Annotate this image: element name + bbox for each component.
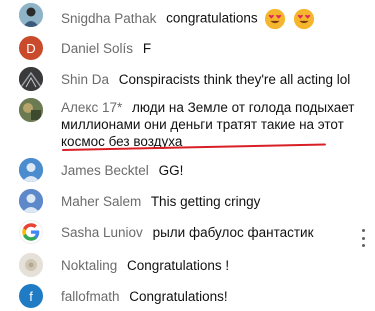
chat-message: Snigdha Pathak congratulations [19, 3, 349, 30]
avatar[interactable] [19, 3, 43, 27]
menu-dot [361, 236, 365, 240]
chat-message: Sasha Luniov рыли фабулос фантастик [19, 220, 349, 244]
avatar[interactable] [19, 158, 43, 182]
chat-message: James Becktel GG! [19, 158, 349, 182]
author-name[interactable]: Noktaling [61, 258, 117, 273]
default-avatar-icon [19, 189, 43, 213]
chat-message: Noktaling Congratulations ! [19, 253, 349, 277]
author-name[interactable]: Shin Da [61, 72, 109, 87]
heart-eyes-emoji-icon [265, 8, 286, 30]
photo-avatar-icon [19, 67, 43, 91]
heart-eyes-emoji-icon [294, 8, 315, 30]
author-name[interactable]: Алекс 17* [61, 100, 122, 115]
message-text: Congratulations ! [127, 258, 230, 273]
message-text: GG! [158, 163, 184, 178]
author-name[interactable]: Sasha Luniov [61, 225, 143, 240]
chat-message: Алекс 17* люди на Земле от голода подыха… [19, 98, 354, 150]
message-text: рыли фабулос фантастик [152, 225, 314, 240]
live-chat: Snigdha Pathak congratulations D Daniel … [0, 0, 375, 311]
message-text: F [142, 41, 152, 56]
avatar[interactable] [19, 253, 43, 277]
message-text: Congratulations! [129, 289, 228, 304]
avatar[interactable] [19, 98, 43, 122]
message-text: Conspiracists think they're all acting l… [118, 72, 351, 87]
author-name[interactable]: Daniel Solís [61, 41, 133, 56]
avatar-letter: f [29, 288, 33, 304]
more-vertical-icon[interactable] [359, 229, 367, 247]
author-name[interactable]: Snigdha Pathak [61, 11, 156, 26]
chat-message: f fallofmath Congratulations! [19, 284, 349, 308]
avatar[interactable]: f [19, 284, 43, 308]
avatar[interactable] [19, 220, 43, 244]
avatar[interactable] [19, 67, 43, 91]
chat-message: D Daniel Solís F [19, 36, 349, 60]
photo-avatar-icon [19, 98, 43, 122]
chat-message: Shin Da Conspiracists think they're all … [19, 67, 351, 91]
message-text: This getting cringy [150, 194, 261, 209]
chat-message: Maher Salem This getting cringy [19, 189, 349, 213]
menu-dot [361, 229, 365, 232]
google-logo-icon [22, 223, 40, 241]
avatar[interactable]: D [19, 36, 43, 60]
message-text: congratulations [166, 10, 258, 26]
default-avatar-icon [19, 158, 43, 182]
avatar-letter: D [26, 40, 36, 56]
photo-avatar-icon [19, 3, 43, 27]
author-name[interactable]: James Becktel [61, 163, 149, 178]
author-name[interactable]: Maher Salem [61, 194, 141, 209]
photo-avatar-icon [19, 253, 43, 277]
menu-dot [361, 244, 365, 247]
author-name[interactable]: fallofmath [61, 289, 120, 304]
avatar[interactable] [19, 189, 43, 213]
